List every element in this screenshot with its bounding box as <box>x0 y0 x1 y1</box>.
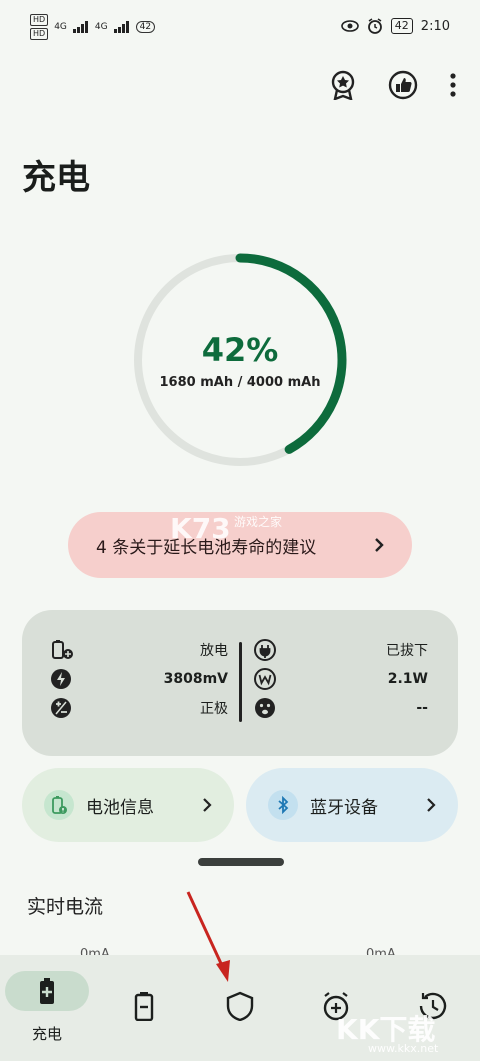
network-label: 4G <box>54 22 67 32</box>
battery-info-label: 电池信息 <box>86 797 154 818</box>
stats-left-column: 放电 3808mV 正极 <box>50 640 228 718</box>
network-label: 4G <box>94 22 108 32</box>
battery-capacity: 1680 mAh / 4000 mAh <box>159 374 321 390</box>
notification-badge: 42 <box>135 21 156 33</box>
signal-icon <box>113 21 129 33</box>
clock: 2:10 <box>420 18 450 34</box>
status-left: HD HD 4G 4G 42 <box>30 14 156 40</box>
alarm-add-icon <box>323 992 349 1021</box>
chevron-right-icon <box>427 798 436 812</box>
battery-icon <box>134 992 154 1021</box>
stat-value: -- <box>416 700 428 716</box>
badge-icon[interactable] <box>326 68 360 102</box>
stat-value: 正极 <box>200 701 228 717</box>
bottom-navigation: 充电 <box>0 955 480 1061</box>
status-right: 42 2:10 <box>340 18 450 34</box>
status-bar: HD HD 4G 4G 42 42 2:10 <box>0 0 480 58</box>
stats-right-column: 已拔下 2.1W -- <box>254 639 428 718</box>
tips-label: 4 条关于延长电池寿命的建议 <box>96 537 317 558</box>
nav-battery[interactable] <box>102 991 186 1021</box>
ring-label: 42% 1680 mAh / 4000 mAh <box>130 250 350 470</box>
hd-badge: HD <box>30 28 49 40</box>
battery-indicator: 42 <box>390 18 413 34</box>
battery-info-button[interactable]: 电池信息 <box>22 768 234 842</box>
page-title: 充电 <box>22 158 90 198</box>
stat-row: 已拔下 <box>254 639 428 661</box>
stat-value: 3808mV <box>163 671 228 687</box>
stat-value: 已拔下 <box>386 643 428 659</box>
nav-selected-pill <box>5 971 89 1011</box>
battery-info-icon <box>44 790 74 820</box>
realtime-current-title: 实时电流 <box>27 896 104 918</box>
stat-row: 3808mV <box>50 669 228 689</box>
nav-history[interactable] <box>390 991 474 1021</box>
thumbs-up-icon[interactable] <box>386 68 420 102</box>
battery-percent: 42% <box>201 330 279 369</box>
stat-row: 放电 <box>50 640 228 660</box>
stat-row: -- <box>254 698 428 718</box>
header-actions <box>326 68 460 102</box>
nav-charging[interactable]: 充电 <box>5 971 89 1044</box>
hd-badge: HD <box>30 14 49 26</box>
chevron-right-icon <box>203 798 212 812</box>
alarm-icon <box>367 18 382 34</box>
plug-icon <box>254 639 276 661</box>
battery-tips-button[interactable]: 4 条关于延长电池寿命的建议 <box>68 512 412 578</box>
bluetooth-devices-button[interactable]: 蓝牙设备 <box>246 768 458 842</box>
polarity-icon <box>51 698 71 718</box>
more-vert-icon[interactable] <box>446 68 460 102</box>
charging-icon <box>40 978 54 1004</box>
temperature-icon <box>255 698 275 718</box>
battery-stats-panel: 放电 3808mV 正极 已拔下 2.1W -- <box>22 610 458 756</box>
signal-icon <box>72 21 88 33</box>
battery-plus-icon <box>52 640 73 659</box>
eye-icon <box>340 20 359 32</box>
stat-value: 放电 <box>200 643 228 659</box>
stat-value: 2.1W <box>387 671 428 687</box>
shield-icon <box>226 991 254 1021</box>
nav-alarm[interactable] <box>294 991 378 1021</box>
stats-divider <box>239 642 242 722</box>
stat-row: 正极 <box>50 698 228 718</box>
chevron-right-icon <box>375 538 384 552</box>
drag-handle[interactable] <box>198 858 284 866</box>
stat-row: 2.1W <box>254 668 428 690</box>
history-icon <box>419 992 447 1020</box>
nav-shield[interactable] <box>198 991 282 1021</box>
bluetooth-devices-label: 蓝牙设备 <box>310 797 378 818</box>
watt-icon <box>254 668 276 690</box>
bolt-icon <box>51 669 71 689</box>
nav-label: 充电 <box>31 1025 62 1043</box>
bluetooth-icon <box>268 790 298 820</box>
annotation-arrow <box>186 891 230 982</box>
